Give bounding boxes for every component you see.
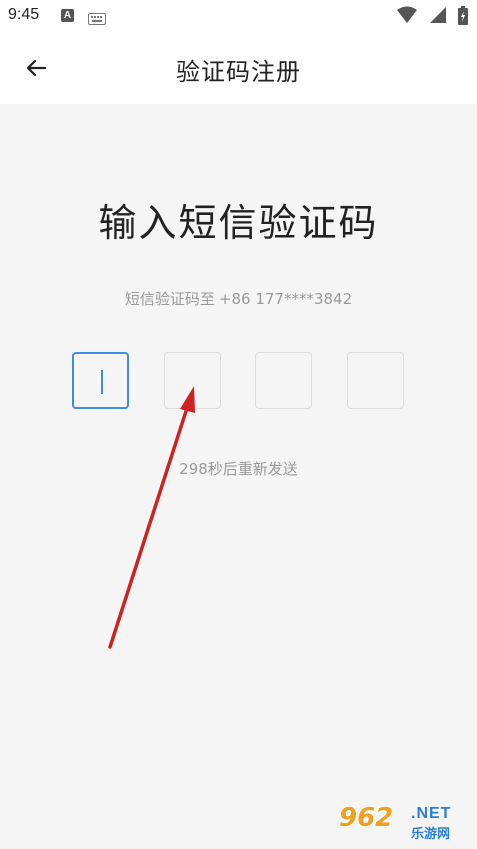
watermark-net: .NET: [411, 805, 452, 822]
text-caret: [101, 370, 103, 394]
verification-heading: 输入短信验证码: [98, 201, 379, 245]
wifi-icon: [397, 6, 417, 28]
code-input-1[interactable]: [72, 352, 129, 409]
sent-to-text: 短信验证码至 +86 177****3842: [0, 288, 477, 309]
code-input-2[interactable]: [164, 352, 221, 409]
phone-number: +86 177****3842: [218, 290, 353, 308]
watermark: 962 .NET 乐游网: [339, 803, 471, 843]
battery-icon: [457, 6, 469, 30]
keyboard-icon: [88, 10, 106, 29]
app-bar: 验证码注册: [0, 32, 477, 104]
status-time: 9:45: [8, 6, 40, 23]
code-input-4[interactable]: [347, 352, 404, 409]
screen: 9:45 A 验证码注册 输入短信验证码 短信验证码至 +86 177****3…: [0, 0, 477, 849]
sent-to-label: 短信验证码至: [124, 290, 215, 308]
annotation-arrow-icon: [108, 386, 195, 649]
signal-icon: [427, 6, 447, 28]
code-input-3[interactable]: [255, 352, 312, 409]
notification-a-icon: A: [61, 9, 74, 22]
page-title: 验证码注册: [176, 58, 301, 86]
resend-countdown: 298秒后重新发送: [179, 460, 298, 478]
status-bar: 9:45 A: [0, 0, 477, 32]
watermark-logo: 962: [339, 803, 394, 833]
watermark-subtitle: 乐游网: [411, 827, 451, 842]
